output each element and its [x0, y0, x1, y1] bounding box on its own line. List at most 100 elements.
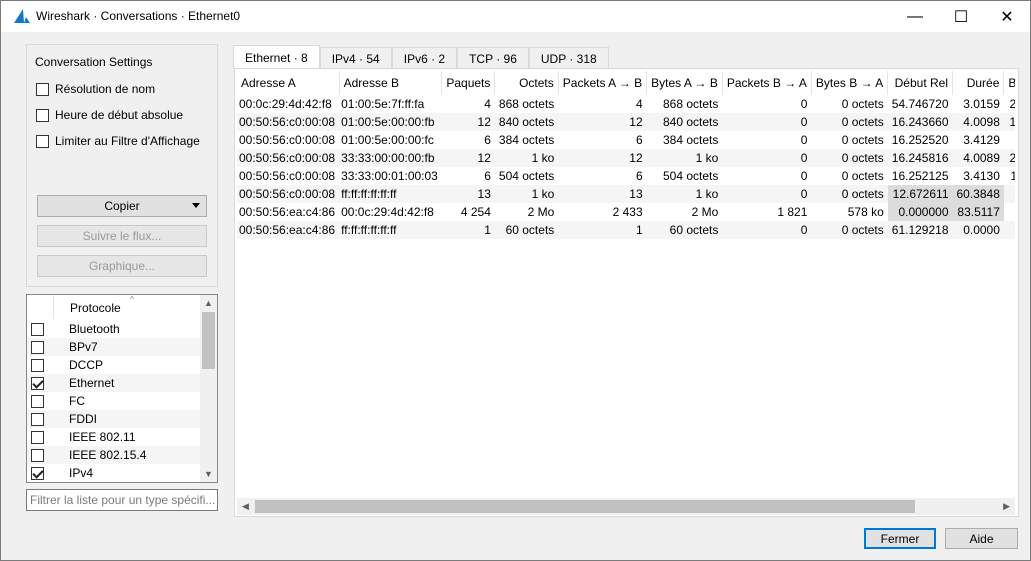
table-cell: 01:00:5e:7f:ff:fa: [341, 97, 425, 111]
protocol-list-header[interactable]: ^ Protocole: [27, 295, 201, 320]
option-name-resolution[interactable]: Résolution de nom: [36, 82, 155, 96]
table-row[interactable]: 00:50:56:c0:00:08 01:00:5e:00:00:fb 12 840 …: [237, 113, 1015, 131]
table-cell: 3.4130: [963, 169, 1000, 183]
option-absolute-start[interactable]: Heure de début absolue: [36, 108, 183, 122]
table-row[interactable]: 00:0c:29:4d:42:f8 01:00:5e:7f:ff:fa 4 868 o…: [237, 95, 1015, 113]
table-cell: 00:50:56:ea:c4:86: [239, 205, 336, 219]
protocol-item-dccp[interactable]: DCCP: [27, 356, 201, 374]
dropdown-arrow-icon: [192, 203, 200, 208]
table-cell: 0 octets: [811, 185, 888, 203]
col-bytes[interactable]: Octets: [494, 71, 559, 95]
protocol-checkbox[interactable]: [31, 412, 44, 426]
table-cell: 1: [558, 221, 647, 239]
wireshark-fin-icon: [14, 9, 30, 23]
col-bits-a-b[interactable]: Bits/s A: [1003, 71, 1015, 95]
table-cell: 0 octets: [841, 133, 884, 147]
scrollbar-thumb[interactable]: [202, 312, 215, 369]
follow-stream-button[interactable]: Suivre le flux...: [37, 225, 207, 247]
protocol-checkbox[interactable]: [31, 394, 44, 408]
protocol-item-bpv7[interactable]: BPv7: [27, 338, 201, 356]
absolute-start-checkbox[interactable]: [36, 108, 49, 122]
table-cell: 1 ko: [646, 185, 723, 203]
tab-udp[interactable]: UDP · 318: [528, 47, 609, 69]
close-button[interactable]: Fermer: [864, 528, 936, 549]
table-cell: 60 octets: [494, 221, 559, 239]
protocol-checkbox[interactable]: [31, 430, 44, 444]
tab-ethernet[interactable]: Ethernet · 8: [233, 45, 320, 69]
protocol-checkbox[interactable]: [31, 448, 44, 462]
table-cell: 33:33:00:00:00:fb: [339, 149, 442, 167]
protocol-checkbox[interactable]: [31, 358, 44, 372]
protocol-item-ieee802154[interactable]: IEEE 802.15.4: [27, 446, 201, 464]
protocol-checkbox[interactable]: [31, 466, 44, 480]
table-cell: 0: [800, 97, 808, 111]
table-cell: 00:50:56:c0:00:08: [239, 133, 336, 147]
title-bar: Wireshark · Conversations · Ethernet0 — …: [1, 1, 1030, 32]
table-cell: 54.746720: [891, 97, 949, 111]
col-duration[interactable]: Durée: [952, 71, 1005, 95]
table-cell: 0.0000: [952, 221, 1004, 239]
conversations-window: Wireshark · Conversations · Ethernet0 — …: [0, 0, 1031, 561]
graph-button[interactable]: Graphique...: [37, 255, 207, 277]
col-rel-start[interactable]: Début Rel: [887, 71, 953, 95]
col-address-b[interactable]: Adresse B: [339, 71, 443, 95]
scroll-up-icon[interactable]: ▲: [204, 298, 213, 308]
maximize-button[interactable]: ☐: [938, 1, 984, 32]
table-cell: 0: [800, 169, 808, 183]
table-row[interactable]: 00:50:56:c0:00:08 01:00:5e:00:00:fc 6 384 o…: [237, 131, 1015, 149]
scroll-down-icon[interactable]: ▼: [204, 469, 213, 479]
table-cell: 4.0089: [952, 149, 1004, 167]
table-row[interactable]: 00:50:56:ea:c4:86 00:0c:29:4d:42:f8 4 254 2…: [237, 203, 1015, 221]
table-cell: 504 octets: [662, 169, 719, 183]
table-cell: 16.245816: [887, 149, 953, 167]
minimize-button[interactable]: —: [892, 1, 938, 32]
col-bytes-a-b[interactable]: Bytes A → B: [646, 71, 723, 95]
table-cell: 0 octets: [811, 149, 888, 167]
protocol-label: IPv4: [69, 466, 94, 480]
table-row[interactable]: 00:50:56:ea:c4:86 ff:ff:ff:ff:ff:ff 1 60 oc…: [237, 221, 1015, 239]
close-window-button[interactable]: ✕: [984, 1, 1030, 32]
protocol-item-fddi[interactable]: FDDI: [27, 410, 201, 428]
protocol-item-ethernet[interactable]: Ethernet: [27, 374, 201, 392]
table-cell: 0: [722, 113, 812, 131]
table-cell: 00:50:56:c0:00:08: [237, 149, 340, 167]
protocol-item-ieee80211[interactable]: IEEE 802.11: [27, 428, 201, 446]
tab-ipv4[interactable]: IPv4 · 54: [319, 47, 392, 69]
protocol-label: Ethernet: [69, 376, 115, 390]
protocol-list-scrollbar[interactable]: ▲ ▼: [200, 295, 217, 482]
scroll-left-icon[interactable]: ◀: [242, 501, 249, 512]
protocol-checkbox[interactable]: [31, 322, 44, 336]
col-packets[interactable]: Paquets: [441, 71, 496, 95]
maximize-icon: ☐: [953, 8, 969, 26]
option-limit-display-filter[interactable]: Limiter au Filtre d'Affichage: [36, 134, 200, 148]
tab-ipv6[interactable]: IPv6 · 2: [391, 47, 458, 69]
help-button[interactable]: Aide: [945, 528, 1018, 549]
protocol-checkbox[interactable]: [31, 340, 44, 354]
protocol-checkbox[interactable]: [31, 376, 44, 390]
table-cell: 00:0c:29:4d:42:f8: [341, 205, 434, 219]
table-cell: 3.4129: [963, 133, 1000, 147]
table-cell: 4: [635, 97, 643, 111]
col-packets-a-b[interactable]: Packets A → B: [558, 71, 648, 95]
copy-button[interactable]: Copier: [37, 195, 207, 217]
col-bytes-b-a[interactable]: Bytes B → A: [811, 71, 889, 95]
scrollbar-thumb[interactable]: [255, 500, 915, 513]
tab-tcp[interactable]: TCP · 96: [457, 47, 529, 69]
table-row[interactable]: 00:50:56:c0:00:08 33:33:00:01:00:03 6 504 o…: [237, 167, 1015, 185]
name-resolution-checkbox[interactable]: [36, 82, 49, 96]
option-label: Limiter au Filtre d'Affichage: [55, 134, 200, 148]
table-cell: 60.3848: [952, 185, 1004, 203]
table-cell: 01:00:5e:00:00:fc: [341, 133, 434, 147]
table-horizontal-scrollbar[interactable]: ◀ ▶: [237, 498, 1015, 515]
protocol-item-bluetooth[interactable]: Bluetooth: [27, 320, 201, 338]
table-row[interactable]: 00:50:56:c0:00:08 33:33:00:00:00:fb 12 1 ko…: [237, 149, 1015, 167]
scroll-right-icon[interactable]: ▶: [1003, 501, 1010, 512]
table-row[interactable]: 00:50:56:c0:00:08 ff:ff:ff:ff:ff:ff 13 1 ko…: [237, 185, 1015, 203]
protocol-filter-input[interactable]: Filtrer la liste pour un type spécifi...: [26, 489, 218, 511]
limit-filter-checkbox[interactable]: [36, 134, 49, 148]
protocol-item-fc[interactable]: FC: [27, 392, 201, 410]
col-address-a[interactable]: Adresse A: [237, 71, 340, 95]
col-packets-b-a[interactable]: Packets B → A: [722, 71, 812, 95]
protocol-item-ipv4[interactable]: IPv4: [27, 464, 201, 482]
window-title: Wireshark · Conversations · Ethernet0: [36, 9, 241, 23]
